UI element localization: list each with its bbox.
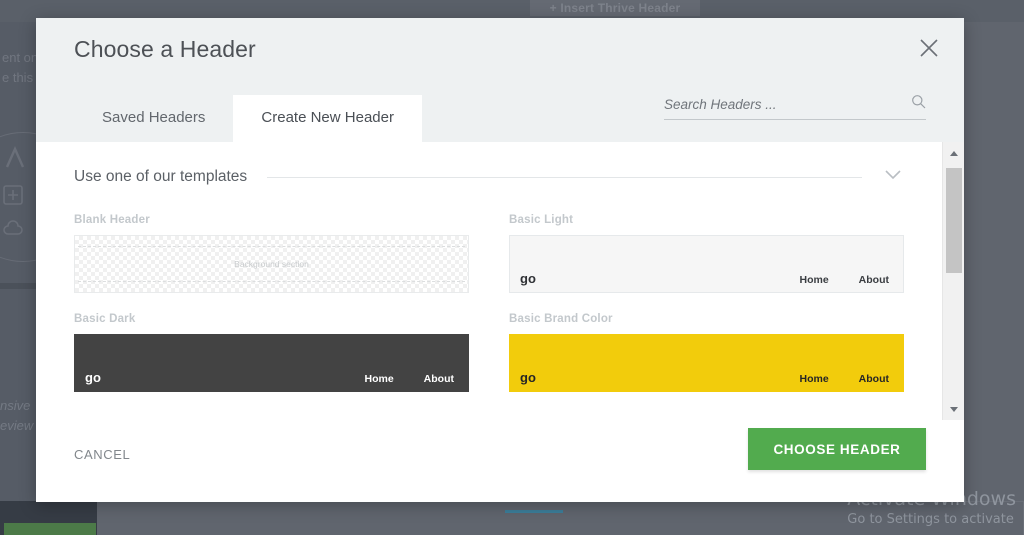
scrollbar-down-button[interactable] xyxy=(943,398,964,420)
template-thumbnail-dark[interactable]: go Home About xyxy=(74,334,469,392)
thumbnail-nav-link-about: About xyxy=(858,274,889,286)
search-headers-field[interactable] xyxy=(664,94,926,120)
template-thumbnail-brand[interactable]: go Home About xyxy=(509,334,904,392)
background-text-line-1: ent on xyxy=(2,50,39,65)
search-icon[interactable] xyxy=(911,94,926,114)
insert-thrive-header-button[interactable]: + Insert Thrive Header xyxy=(530,0,700,16)
choose-header-button[interactable]: CHOOSE HEADER xyxy=(748,428,926,470)
template-thumbnail-blank[interactable]: Background section xyxy=(74,235,469,293)
thumbnail-logo: go xyxy=(85,370,101,385)
template-card-blank-header[interactable]: Blank Header Background section xyxy=(74,214,469,293)
background-teal-accent-line xyxy=(505,510,563,513)
section-divider xyxy=(267,176,862,178)
background-section-text: Background section xyxy=(234,259,309,269)
background-text-fragment-2: nsive eview xyxy=(0,396,33,436)
thumbnail-logo: go xyxy=(520,271,536,286)
thumbnail-logo: go xyxy=(520,370,536,385)
search-input[interactable] xyxy=(664,96,905,112)
thumbnail-nav-links: Home About xyxy=(799,373,889,385)
thumbnail-nav-links: Home About xyxy=(364,373,454,385)
thumbnail-nav-link-about: About xyxy=(858,373,889,385)
thumbnail-navbar: go Home About xyxy=(510,335,903,391)
template-card-basic-brand-color[interactable]: Basic Brand Color go Home About xyxy=(509,313,904,392)
thumbnail-nav-link-home: Home xyxy=(799,373,829,385)
thumbnail-nav-link-home: Home xyxy=(799,274,829,286)
templates-scrollbar[interactable] xyxy=(942,142,964,420)
template-label: Basic Light xyxy=(509,214,574,226)
template-label: Blank Header xyxy=(74,214,150,226)
scrollbar-up-button[interactable] xyxy=(943,142,964,164)
template-label: Basic Dark xyxy=(74,313,136,325)
templates-grid: Blank Header Background section Basic Li… xyxy=(36,186,942,392)
template-card-basic-dark[interactable]: Basic Dark go Home About xyxy=(74,313,469,392)
template-label: Basic Brand Color xyxy=(509,313,613,325)
tab-saved-headers[interactable]: Saved Headers xyxy=(74,95,233,142)
background-text-fragment-1: ent on e this xyxy=(2,48,38,88)
close-icon xyxy=(918,37,940,64)
template-card-basic-light[interactable]: Basic Light go Home About xyxy=(509,214,904,293)
page-title: Choose a Header xyxy=(74,36,256,62)
thumbnail-nav-link-home: Home xyxy=(364,373,394,385)
templates-scroll-area: Use one of our templates Blank Header Ba… xyxy=(36,142,942,420)
section-title: Use one of our templates xyxy=(74,168,248,185)
chevron-down-icon[interactable] xyxy=(884,168,902,186)
background-tool-icons xyxy=(2,145,28,254)
choose-a-header-modal: Choose a Header Saved Headers Create New… xyxy=(36,18,964,502)
tab-create-new-header[interactable]: Create New Header xyxy=(233,95,422,142)
cancel-button[interactable]: CANCEL xyxy=(74,447,130,462)
add-element-icon xyxy=(2,184,28,211)
background-text-line-3: nsive xyxy=(0,398,31,413)
cloud-save-icon xyxy=(2,219,28,246)
background-text-line-4: eview xyxy=(0,418,34,433)
scroll-down-arrow-icon xyxy=(949,400,959,418)
scrollbar-thumb[interactable] xyxy=(946,168,962,273)
modal-footer: CANCEL CHOOSE HEADER xyxy=(36,420,964,502)
templates-section-header: Use one of our templates xyxy=(36,142,942,186)
text-tool-icon xyxy=(2,145,28,176)
background-green-bar xyxy=(4,523,96,535)
close-button[interactable] xyxy=(914,35,944,65)
thumbnail-navbar: go Home About xyxy=(510,236,903,292)
modal-body: Use one of our templates Blank Header Ba… xyxy=(36,142,964,420)
thumbnail-nav-link-about: About xyxy=(423,373,454,385)
scroll-up-arrow-icon xyxy=(949,144,959,162)
thumbnail-nav-links: Home About xyxy=(799,274,889,286)
modal-tabs: Saved Headers Create New Header xyxy=(74,95,422,142)
background-text-line-2: e this xyxy=(2,70,34,85)
background-section-placeholder: Background section xyxy=(78,246,465,282)
template-thumbnail-light[interactable]: go Home About xyxy=(509,235,904,293)
watermark-subtitle: Go to Settings to activate xyxy=(847,512,1014,527)
modal-header: Choose a Header Saved Headers Create New… xyxy=(36,18,964,142)
thumbnail-navbar: go Home About xyxy=(75,335,468,391)
